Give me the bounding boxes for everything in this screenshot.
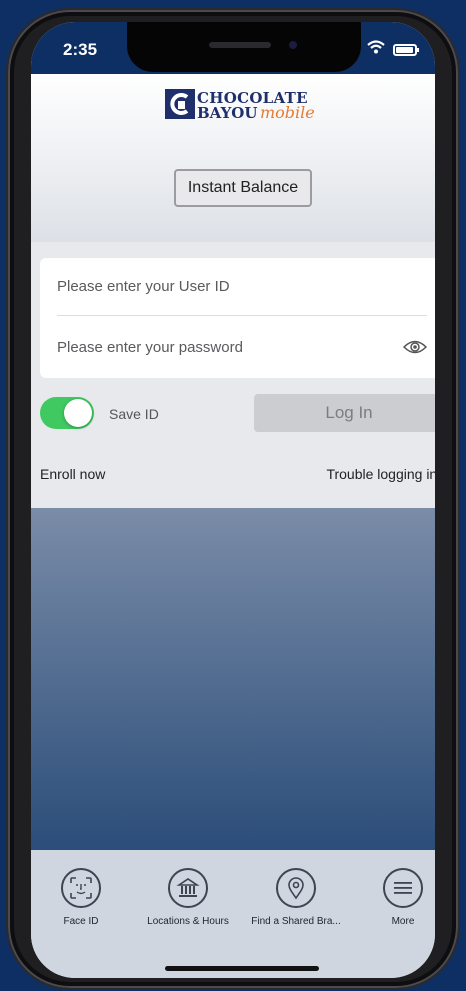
brand-word-mobile: mobile (260, 103, 315, 122)
phone-screen: 2:35 ..... CHOCOLATE BAYOU (31, 22, 435, 978)
brand-logo: CHOCOLATE BAYOU mobile (165, 89, 325, 123)
credentials-card: Please enter your User ID Please enter y… (40, 258, 435, 378)
save-id-toggle[interactable] (40, 397, 94, 429)
tab-more[interactable]: More (353, 868, 435, 927)
tab-label: Face ID (63, 916, 99, 927)
tab-label: More (391, 916, 415, 927)
login-form: Please enter your User ID Please enter y… (31, 242, 435, 508)
user-id-field[interactable]: Please enter your User ID (57, 258, 427, 316)
face-id-icon (61, 868, 101, 908)
wifi-icon (367, 40, 385, 59)
bottom-tab-bar: Face ID Locations & Hours Find a Shared … (31, 850, 435, 978)
show-password-eye-icon[interactable] (402, 337, 428, 357)
tab-label: Locations & Hours (147, 916, 229, 927)
tab-face-id[interactable]: Face ID (31, 868, 131, 927)
save-id-label: Save ID (109, 406, 159, 422)
enroll-now-link[interactable]: Enroll now (40, 466, 105, 482)
tab-locations-hours[interactable]: Locations & Hours (138, 868, 238, 927)
toggle-knob (64, 399, 92, 427)
brand-word-bayou: BAYOU (197, 104, 258, 122)
password-placeholder: Please enter your password (57, 338, 243, 356)
battery-icon (393, 43, 419, 56)
home-indicator[interactable] (165, 966, 319, 971)
trouble-logging-in-link[interactable]: Trouble logging in? (326, 466, 435, 482)
map-pin-icon (276, 868, 316, 908)
instant-balance-button[interactable]: Instant Balance (174, 169, 312, 207)
login-header: CHOCOLATE BAYOU mobile Instant Balance (31, 74, 435, 242)
tab-label: Find a Shared Bra... (251, 916, 341, 927)
status-time: 2:35 (63, 40, 98, 59)
background-gradient (31, 508, 435, 850)
user-id-placeholder: Please enter your User ID (57, 278, 230, 295)
device-notch (127, 22, 361, 72)
log-in-button[interactable]: Log In (254, 394, 435, 432)
bank-icon (168, 868, 208, 908)
tab-find-shared-branch[interactable]: Find a Shared Bra... (246, 868, 346, 927)
front-camera (289, 41, 297, 49)
password-field[interactable]: Please enter your password (57, 318, 428, 376)
brand-mark-icon (165, 89, 195, 119)
menu-icon (383, 868, 423, 908)
speaker-grille (209, 42, 271, 48)
